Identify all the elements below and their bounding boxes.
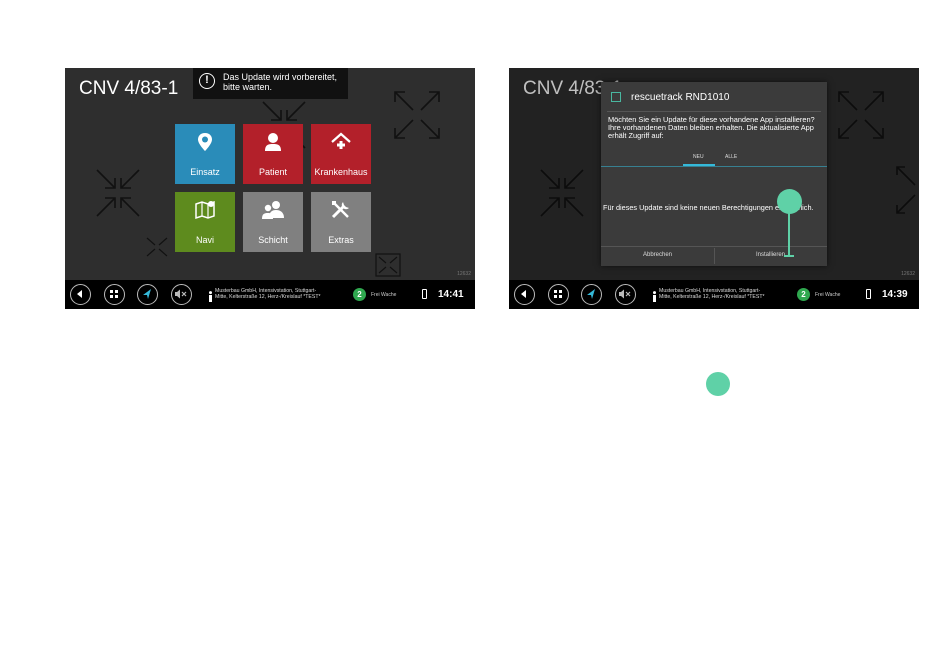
touch-indicator-end [784, 255, 794, 257]
phone-icon [422, 289, 427, 299]
divider [601, 166, 827, 167]
hospital-house-icon [311, 132, 371, 154]
apps-button[interactable] [104, 284, 125, 305]
update-toast: ! Das Update wird vorbereitet, bitte war… [193, 68, 348, 99]
dialog-title: rescuetrack RND1010 [631, 92, 730, 103]
app-title: CNV 4/83-1 [79, 78, 179, 99]
compress-arrows-icon [95, 168, 141, 218]
people-icon [243, 200, 303, 222]
app-package-icon [611, 92, 621, 102]
callout-marker [706, 372, 730, 396]
tile-schicht[interactable]: Schicht [243, 192, 303, 252]
back-button[interactable] [70, 284, 91, 305]
tile-einsatz[interactable]: Einsatz [175, 124, 235, 184]
status-count-badge[interactable]: 2 [797, 288, 810, 301]
person-icon [652, 289, 657, 307]
toast-text-line2: bitte warten. [223, 82, 273, 92]
corner-number: 12632 [901, 271, 915, 277]
map-icon [175, 200, 235, 222]
touch-indicator-dot [777, 189, 802, 214]
tile-label: Navi [195, 235, 214, 245]
tile-krankenhaus[interactable]: Krankenhaus [311, 124, 371, 184]
phone-icon [866, 289, 871, 299]
mute-button[interactable] [615, 284, 636, 305]
install-button[interactable]: Installieren [714, 252, 827, 258]
tab-all[interactable]: ALLE [725, 154, 737, 160]
taskbar: Musterbau GmbH, Intensivstation, Stuttga… [65, 280, 475, 309]
address-line2: Mitte, Kelterstraße 12, Herz-/Kreislauf … [659, 294, 765, 300]
tools-icon [311, 200, 371, 222]
taskbar: Musterbau GmbH, Intensivstation, Stuttga… [509, 280, 919, 309]
status-text: Frei Wache [815, 292, 841, 298]
exclamation-icon: ! [199, 73, 215, 89]
update-dialog: rescuetrack RND1010 Möchten Sie ein Upda… [601, 82, 827, 266]
divider [601, 246, 827, 247]
expand-arrows-small-icon [375, 253, 401, 277]
person-icon [208, 289, 213, 307]
clock: 14:41 [438, 289, 464, 300]
clock: 14:39 [882, 289, 908, 300]
back-button[interactable] [514, 284, 535, 305]
tile-navi[interactable]: Navi [175, 192, 235, 252]
tile-extras[interactable]: Extras [311, 192, 371, 252]
corner-number: 12632 [457, 271, 471, 277]
navigation-button[interactable] [137, 284, 158, 305]
dialog-message: Möchten Sie ein Update für diese vorhand… [608, 115, 815, 140]
tab-new[interactable]: NEU [693, 154, 704, 160]
status-text: Frei Wache [371, 292, 397, 298]
tile-label: Extras [328, 235, 354, 245]
cancel-button[interactable]: Abbrechen [601, 252, 714, 258]
apps-button[interactable] [548, 284, 569, 305]
expand-arrows-icon [391, 88, 443, 142]
incident-address: Musterbau GmbH, Intensivstation, Stuttga… [215, 288, 360, 300]
divider [607, 111, 821, 112]
navigation-button[interactable] [581, 284, 602, 305]
map-pin-icon [175, 132, 235, 154]
tile-label: Einsatz [190, 167, 220, 177]
address-line2: Mitte, Kelterstraße 12, Herz-/Kreislauf … [215, 294, 321, 300]
home-screen: CNV 4/83-1 ! Das Update wird vorbereitet… [65, 68, 475, 309]
tile-label: Schicht [258, 235, 288, 245]
toast-text-line1: Das Update wird vorbereitet, [223, 72, 338, 82]
tile-label: Krankenhaus [314, 167, 368, 177]
person-icon [243, 132, 303, 154]
mute-button[interactable] [171, 284, 192, 305]
touch-indicator-line [788, 208, 790, 257]
incident-address: Musterbau GmbH, Intensivstation, Stuttga… [659, 288, 804, 300]
compress-arrows-small-icon [145, 236, 169, 258]
status-count-badge[interactable]: 2 [353, 288, 366, 301]
update-dialog-screen: CNV 4/83-1 12632 rescuetrack RND1010 Möc… [509, 68, 919, 309]
tile-patient[interactable]: Patient [243, 124, 303, 184]
tile-label: Patient [258, 167, 288, 177]
